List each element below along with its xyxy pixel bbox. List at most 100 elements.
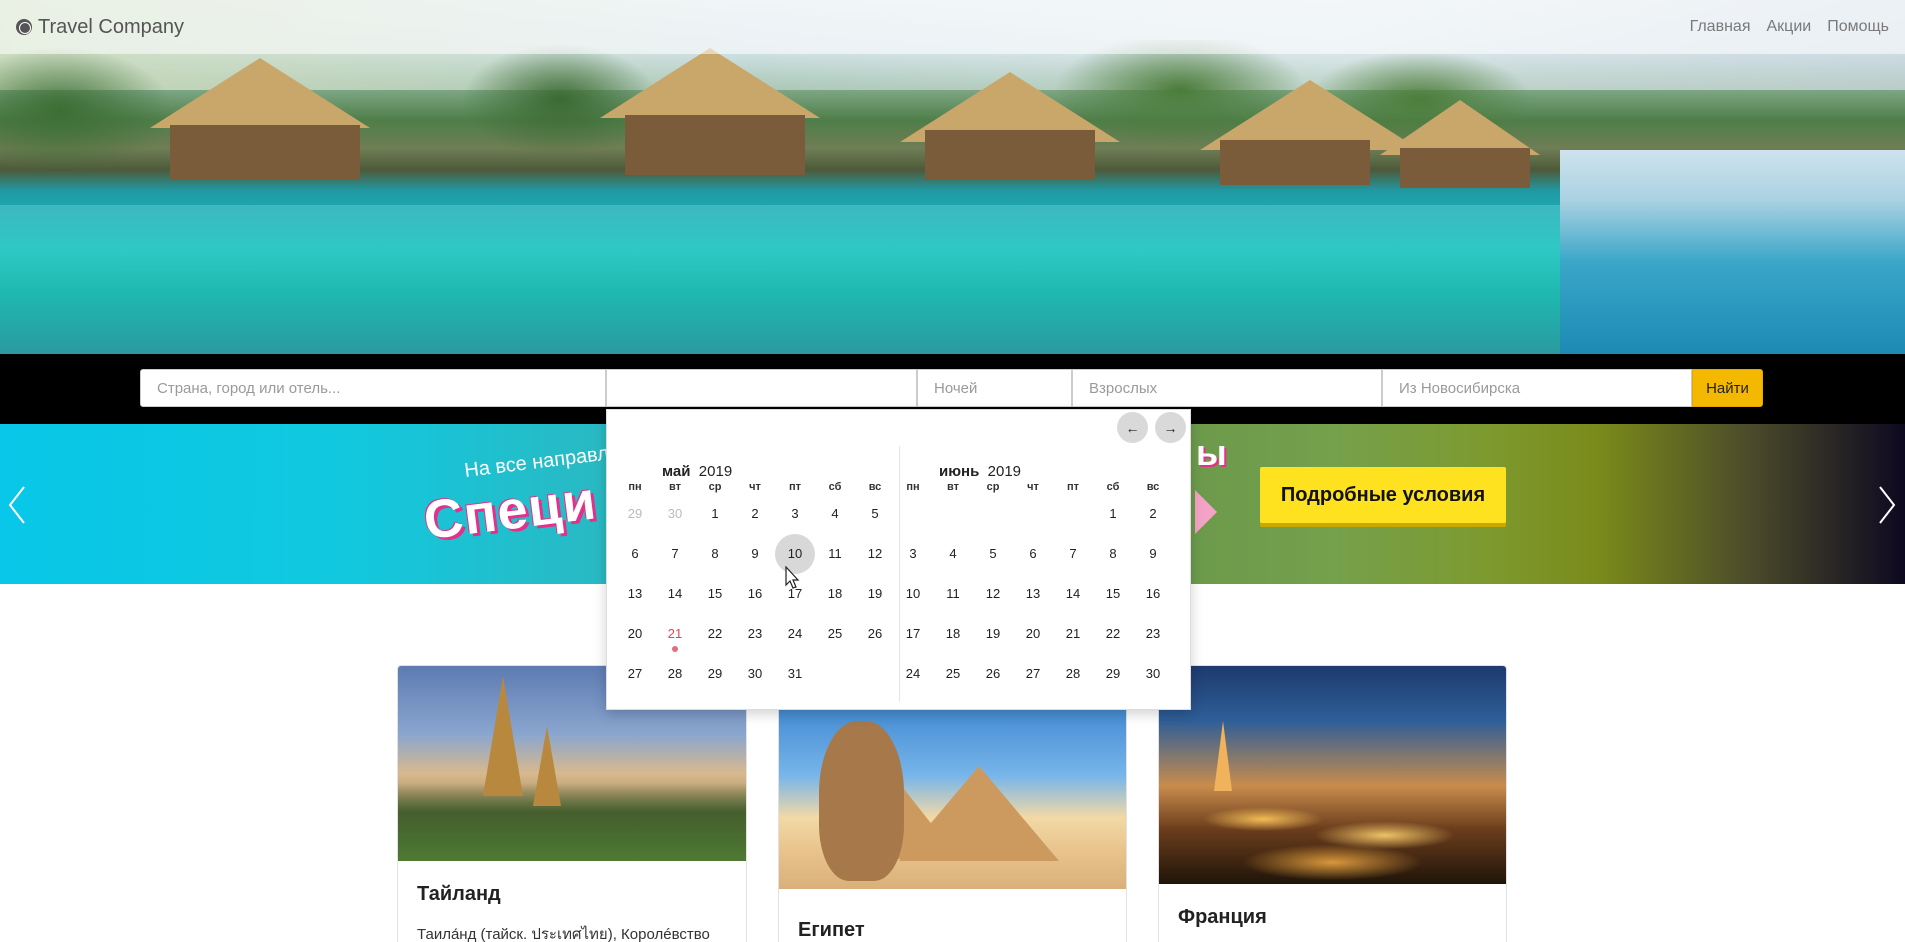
weekday-label: пт <box>788 481 802 493</box>
adults-input[interactable]: Взрослых <box>1072 369 1382 407</box>
calendar-day[interactable]: 7 <box>655 534 695 574</box>
promo-title-tail: ы <box>1196 432 1227 473</box>
destination-input[interactable]: Страна, город или отель... <box>140 369 606 407</box>
card-title: Тайланд <box>417 883 501 905</box>
calendar-day[interactable]: 24 <box>893 654 933 694</box>
calendar-day[interactable]: 4 <box>933 534 973 574</box>
calendar-day[interactable]: 3 <box>893 534 933 574</box>
destination-card-egypt[interactable]: Египет <box>778 700 1127 942</box>
calendar-day[interactable]: 19 <box>855 574 895 614</box>
calendar-day[interactable]: 1 <box>695 494 735 534</box>
calendar-day[interactable]: 23 <box>1133 614 1173 654</box>
pagoda <box>533 726 561 806</box>
calendar-day[interactable]: 9 <box>735 534 775 574</box>
calendar-day[interactable]: 26 <box>973 654 1013 694</box>
calendar-day[interactable]: 16 <box>1133 574 1173 614</box>
dates-input[interactable] <box>606 369 917 407</box>
calendar-day[interactable]: 19 <box>973 614 1013 654</box>
mouse-cursor-icon <box>785 566 800 589</box>
calendar-day[interactable]: 1 <box>1093 494 1133 534</box>
calendar-day[interactable]: 12 <box>973 574 1013 614</box>
nav-link-help[interactable]: Помощь <box>1827 18 1889 36</box>
calendar-day[interactable]: 11 <box>815 534 855 574</box>
calendar-day[interactable]: 20 <box>615 614 655 654</box>
calendar-day[interactable]: 18 <box>933 614 973 654</box>
calendar-day[interactable]: 5 <box>973 534 1013 574</box>
bungalow <box>625 115 805 175</box>
month-title: май 2019 <box>662 463 732 480</box>
calendar-day[interactable]: 8 <box>1093 534 1133 574</box>
calendar-day[interactable]: 21 <box>1053 614 1093 654</box>
calendar-day[interactable]: 2 <box>735 494 775 534</box>
calendar-day[interactable]: 15 <box>695 574 735 614</box>
weekday-label: чт <box>749 481 761 493</box>
calendar-day[interactable]: 23 <box>735 614 775 654</box>
calendar-day[interactable]: 25 <box>933 654 973 694</box>
calendar-day[interactable]: 25 <box>815 614 855 654</box>
calendar-day[interactable]: 22 <box>695 614 735 654</box>
calendar-day[interactable]: 27 <box>615 654 655 694</box>
nav-link-home[interactable]: Главная <box>1690 18 1751 36</box>
calendar-day[interactable]: 27 <box>1013 654 1053 694</box>
calendar-day[interactable]: 30 <box>655 494 695 534</box>
calendar-day[interactable]: 6 <box>1013 534 1053 574</box>
next-month-button[interactable]: → <box>1155 412 1186 443</box>
bungalow <box>925 130 1095 180</box>
weekday-label: пт <box>1066 481 1080 493</box>
bungalow <box>1400 148 1530 188</box>
calendar-day[interactable]: 20 <box>1013 614 1053 654</box>
weekday-label: сб <box>828 481 842 493</box>
weekday-label: пн <box>628 481 642 493</box>
departure-city-input[interactable]: Из Новосибирска <box>1382 369 1692 407</box>
departure-city-placeholder: Из Новосибирска <box>1399 379 1521 397</box>
calendar-day[interactable]: 28 <box>655 654 695 694</box>
calendar-day[interactable]: 13 <box>1013 574 1053 614</box>
calendar-day[interactable]: 31 <box>775 654 815 694</box>
calendar-day[interactable]: 14 <box>655 574 695 614</box>
calendar-day[interactable]: 5 <box>855 494 895 534</box>
calendar-day[interactable]: 6 <box>615 534 655 574</box>
calendar-day[interactable]: 16 <box>735 574 775 614</box>
calendar-day[interactable]: 10 <box>893 574 933 614</box>
calendar-day[interactable]: 22 <box>1093 614 1133 654</box>
calendar-day[interactable]: 2 <box>1133 494 1173 534</box>
calendar-day[interactable]: 28 <box>1053 654 1093 694</box>
calendar-day[interactable]: 29 <box>1093 654 1133 694</box>
prev-month-button[interactable]: ← <box>1117 412 1148 443</box>
carousel-next-arrow-icon[interactable] <box>1876 485 1898 525</box>
calendar-day[interactable]: 14 <box>1053 574 1093 614</box>
nav-link-promotions[interactable]: Акции <box>1766 18 1811 36</box>
carousel-prev-arrow-icon[interactable] <box>6 485 28 525</box>
weekday-label: вт <box>946 481 959 493</box>
promo-details-button[interactable]: Подробные условия <box>1260 467 1506 523</box>
calendar-day[interactable]: 4 <box>815 494 855 534</box>
find-button[interactable]: Найти <box>1692 369 1763 407</box>
calendar-day[interactable]: 7 <box>1053 534 1093 574</box>
calendar-day[interactable]: 26 <box>855 614 895 654</box>
calendar-day[interactable]: 9 <box>1133 534 1173 574</box>
calendar-day[interactable]: 24 <box>775 614 815 654</box>
brand-link[interactable]: Travel Company <box>16 16 184 39</box>
bungalow <box>1220 140 1370 185</box>
calendar-day[interactable]: 29 <box>615 494 655 534</box>
calendar-day[interactable]: 11 <box>933 574 973 614</box>
calendar-day[interactable]: 12 <box>855 534 895 574</box>
calendar-day[interactable]: 8 <box>695 534 735 574</box>
calendar-day[interactable]: 30 <box>735 654 775 694</box>
destination-placeholder: Страна, город или отель... <box>157 379 341 397</box>
month-year: 2019 <box>979 463 1022 480</box>
hero-ocean <box>1560 150 1905 354</box>
top-navbar: Travel Company Главная Акции Помощь <box>0 0 1905 54</box>
calendar-day[interactable]: 3 <box>775 494 815 534</box>
calendar-day[interactable]: 17 <box>893 614 933 654</box>
destination-card-france[interactable]: Франция <box>1158 665 1507 942</box>
calendar-day[interactable]: 29 <box>695 654 735 694</box>
calendar-day[interactable]: 15 <box>1093 574 1133 614</box>
nights-input[interactable]: Ночей <box>917 369 1072 407</box>
calendar-day[interactable]: 18 <box>815 574 855 614</box>
bungalow-roof <box>1380 100 1540 155</box>
calendar-day[interactable]: 13 <box>615 574 655 614</box>
weekday-label: вт <box>668 481 681 493</box>
bungalow-roof <box>150 58 370 128</box>
calendar-day[interactable]: 30 <box>1133 654 1173 694</box>
